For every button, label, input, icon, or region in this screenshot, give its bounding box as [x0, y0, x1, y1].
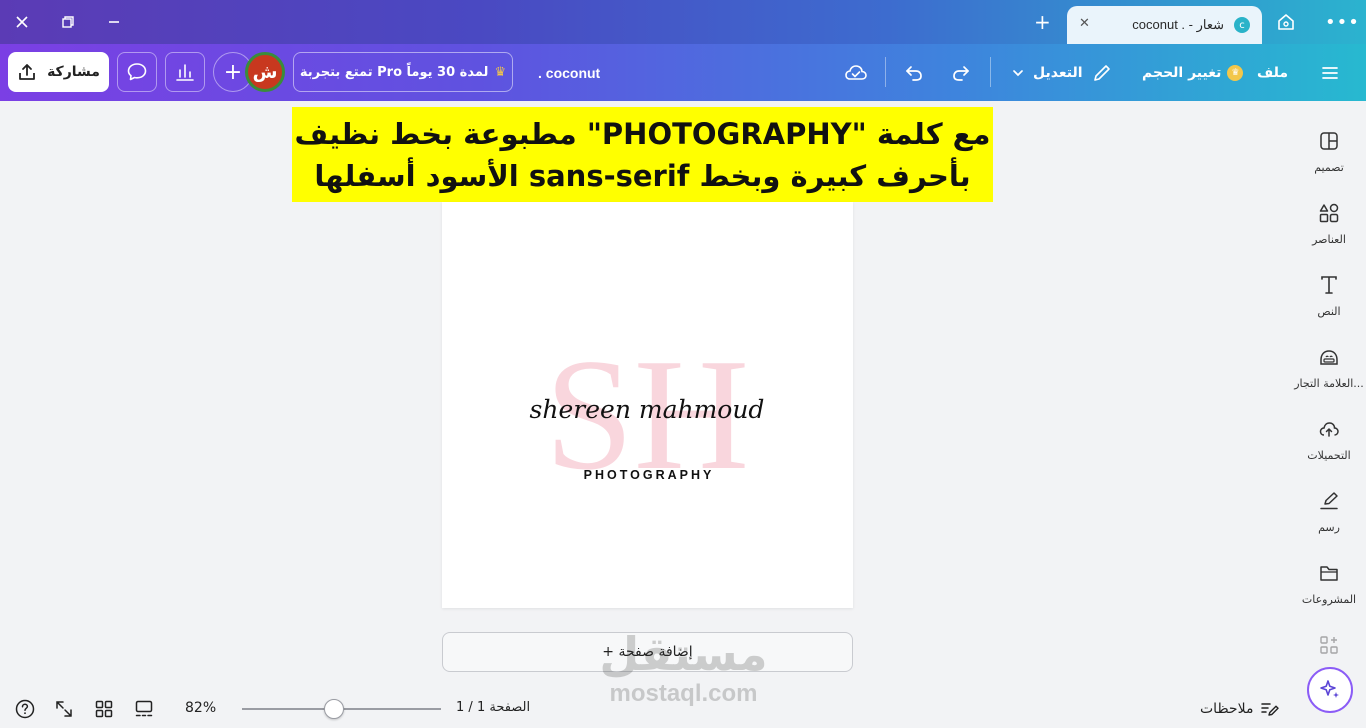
crown-icon: ♛ — [494, 64, 507, 80]
undo-icon[interactable] — [901, 60, 927, 86]
sidebar-item-text[interactable]: النص — [1292, 267, 1366, 331]
toolbar-divider — [885, 57, 886, 87]
page-thumbnails-icon[interactable] — [133, 698, 155, 720]
hamburger-menu-icon[interactable] — [1317, 60, 1343, 86]
page-counter[interactable]: الصفحة 1 / 1 — [456, 700, 530, 715]
comment-icon — [127, 63, 147, 81]
resize-button[interactable]: تغيير الحجم ♛ — [1142, 44, 1244, 101]
annotation-line-2: بأحرف كبيرة وبخط sans-serif الأسود أسفله… — [314, 158, 971, 193]
pro-trial-button[interactable]: تمتع بتجربة Pro لمدة 30 يوماً ♛ — [293, 52, 513, 92]
chevron-down-icon — [1013, 69, 1023, 76]
tab-title: coconut . - شعار — [1132, 17, 1224, 32]
notes-button[interactable]: ملاحظات — [1200, 698, 1281, 720]
close-window-icon[interactable] — [9, 9, 35, 35]
sidebar-item-label: رسم — [1318, 521, 1340, 534]
layout-icon — [1317, 129, 1341, 153]
toolbar-divider — [990, 57, 991, 87]
avatar[interactable]: ش — [245, 52, 285, 92]
sidebar-item-label: العلامة التجار... — [1294, 377, 1364, 390]
sidebar-item-label: النص — [1317, 305, 1341, 318]
share-button[interactable]: مشاركة — [8, 52, 109, 92]
share-label: مشاركة — [47, 64, 100, 80]
minimize-window-icon[interactable] — [101, 9, 127, 35]
resize-label: تغيير الحجم — [1142, 64, 1222, 81]
plus-icon: + — [223, 59, 243, 85]
bar-chart-icon — [176, 64, 194, 81]
comment-button[interactable] — [117, 52, 157, 92]
sidebar-item-design[interactable]: تصميم — [1292, 123, 1366, 187]
sparkle-icon — [1320, 680, 1339, 698]
sidebar-item-label: المشروعات — [1301, 593, 1357, 606]
tab-close-icon[interactable]: ✕ — [1079, 16, 1090, 31]
pro-trial-label: تمتع بتجربة Pro لمدة 30 يوماً — [299, 64, 489, 80]
sidebar-item-elements[interactable]: العناصر — [1292, 195, 1366, 259]
magic-assistant-button[interactable] — [1307, 667, 1353, 713]
restore-window-icon[interactable] — [55, 9, 81, 35]
zoom-slider-thumb[interactable] — [324, 699, 344, 719]
notes-pencil-icon — [1261, 703, 1280, 716]
file-label: ملف — [1257, 64, 1289, 81]
new-tab-icon[interactable]: + — [1034, 12, 1051, 32]
redo-icon[interactable] — [948, 60, 974, 86]
notes-label: ملاحظات — [1200, 701, 1254, 717]
shapes-icon — [1317, 201, 1341, 225]
canva-logo-icon: c — [1234, 17, 1250, 33]
design-page[interactable]: SH shereen mahmoud PHOTOGRAPHY — [442, 202, 853, 608]
add-page-button[interactable]: + إضافة صفحة — [442, 632, 853, 672]
annotation-caption: مع كلمة "PHOTOGRAPHY" مطبوعة بخط نظيف بأ… — [292, 107, 993, 202]
share-upload-icon — [19, 64, 35, 80]
title-bar: + ✕ coconut . - شعار c ••• — [0, 0, 1366, 44]
crown-badge-icon: ♛ — [1227, 64, 1244, 81]
annotation-line-1: مع كلمة "PHOTOGRAPHY" مطبوعة بخط نظيف — [294, 116, 991, 151]
sidebar-item-label: التحميلات — [1307, 449, 1351, 462]
sidebar-item-label: تصميم — [1314, 161, 1344, 174]
brand-icon — [1317, 345, 1341, 369]
logo-artwork[interactable]: SH shereen mahmoud PHOTOGRAPHY — [442, 202, 853, 608]
more-options-icon[interactable]: ••• — [1325, 12, 1360, 33]
sidebar-item-brand[interactable]: العلامة التجار... — [1292, 339, 1366, 403]
tagline-text: PHOTOGRAPHY — [584, 468, 715, 482]
apps-grid-icon — [1317, 633, 1341, 657]
edit-menu[interactable]: التعديل — [1011, 44, 1113, 101]
editor-toolbar: مشاركة + تمتع بتجربة Pro لمدة 30 يوماً ♛… — [0, 44, 1366, 101]
upload-cloud-icon — [1317, 417, 1341, 441]
sidebar-item-label: العناصر — [1312, 233, 1346, 246]
grid-view-icon[interactable] — [93, 698, 115, 720]
help-icon[interactable] — [14, 698, 36, 720]
insights-button[interactable] — [165, 52, 205, 92]
draw-icon — [1317, 489, 1341, 513]
tab-document[interactable]: ✕ coconut . - شعار c — [1067, 6, 1262, 44]
edit-label: التعديل — [1033, 64, 1083, 81]
signature-text: shereen mahmoud — [530, 395, 765, 424]
sidebar-item-projects[interactable]: المشروعات — [1292, 555, 1366, 619]
fullscreen-icon[interactable] — [53, 698, 75, 720]
cloud-saved-icon[interactable] — [843, 60, 869, 86]
pencil-icon — [1093, 64, 1110, 81]
sidebar-item-uploads[interactable]: التحميلات — [1292, 411, 1366, 475]
bottom-bar: 82% الصفحة 1 / 1 ملاحظات — [0, 688, 1292, 728]
sidebar-item-draw[interactable]: رسم — [1292, 483, 1366, 547]
file-menu[interactable]: ملف — [1257, 44, 1288, 101]
zoom-percentage[interactable]: 82% — [185, 700, 216, 716]
document-title[interactable]: . coconut — [538, 44, 600, 101]
add-page-label: + إضافة صفحة — [602, 644, 693, 660]
home-icon[interactable] — [1276, 12, 1296, 36]
folder-icon — [1317, 561, 1341, 585]
text-icon — [1317, 273, 1341, 297]
side-panel: تصميم العناصر النص العلامة التجار... الت… — [1292, 101, 1366, 728]
